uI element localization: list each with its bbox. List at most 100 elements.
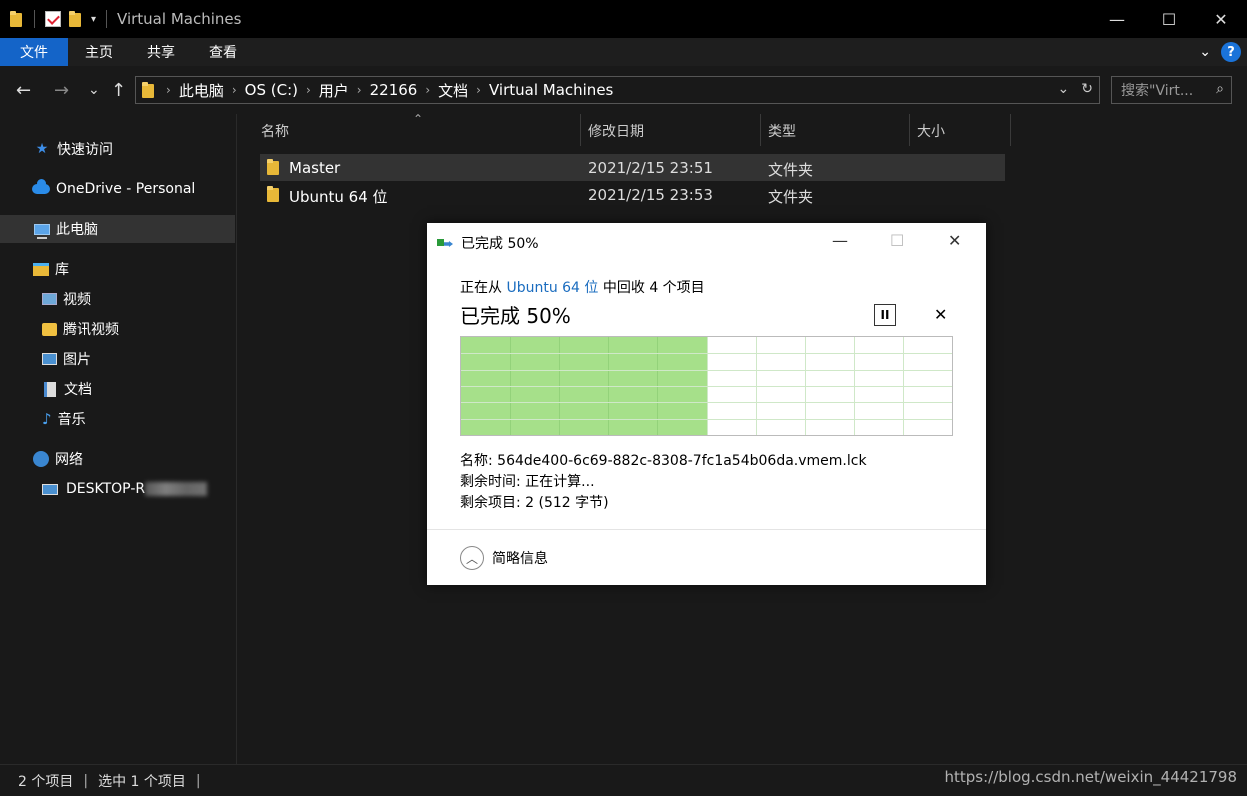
tab-file[interactable]: 文件	[0, 38, 68, 66]
breadcrumb-user[interactable]: 22166	[370, 81, 418, 99]
chevron-up-icon: ︿	[460, 546, 484, 570]
sidebar-item-label: 音乐	[57, 412, 86, 428]
chevron-right-icon[interactable]: ›	[306, 83, 311, 97]
refresh-icon[interactable]: ↻	[1081, 81, 1093, 97]
breadcrumb-users[interactable]: 用户	[319, 80, 349, 101]
chevron-right-icon[interactable]: ›	[476, 83, 481, 97]
search-input[interactable]: 搜索"Virt... ⌕	[1111, 76, 1232, 104]
new-folder-icon[interactable]	[69, 11, 83, 27]
up-arrow-icon[interactable]: ↑	[111, 80, 126, 101]
title-bar: ▾ Virtual Machines — ☐ ✕	[0, 0, 1247, 38]
file-name: Master	[289, 159, 341, 177]
folder-icon	[267, 159, 281, 175]
pictures-icon	[42, 353, 57, 365]
properties-icon[interactable]	[45, 11, 61, 27]
address-folder-icon	[142, 82, 156, 98]
maximize-button[interactable]: ☐	[1143, 0, 1195, 38]
chevron-right-icon[interactable]: ›	[357, 83, 362, 97]
file-type: 文件夹	[768, 188, 814, 206]
column-header-size[interactable]: 大小	[910, 114, 1010, 147]
sidebar-item-video[interactable]: 视频	[0, 285, 235, 313]
sidebar-item-label: 腾讯视频	[63, 322, 119, 338]
back-arrow-icon[interactable]: ←	[16, 80, 31, 101]
dialog-title-bar: 已完成 50%	[437, 233, 539, 253]
progress-graph-svg	[461, 337, 952, 435]
toolbar-separator	[106, 10, 108, 28]
sidebar-item-tencent-video[interactable]: 腾讯视频	[0, 315, 235, 343]
ribbon-right: ⌄ ?	[1199, 42, 1241, 62]
watermark-text: https://blog.csdn.net/weixin_44421798	[944, 768, 1237, 786]
chevron-right-icon[interactable]: ›	[232, 83, 237, 97]
minimize-button[interactable]: —	[1091, 0, 1143, 38]
tab-home[interactable]: 主页	[68, 38, 130, 66]
breadcrumb-this-pc[interactable]: 此电脑	[179, 80, 224, 101]
sidebar-item-this-pc[interactable]: 此电脑	[0, 215, 235, 243]
forward-arrow-icon[interactable]: →	[54, 80, 69, 101]
library-icon	[33, 262, 49, 276]
breadcrumb-virtual-machines[interactable]: Virtual Machines	[489, 81, 613, 99]
help-icon[interactable]: ?	[1221, 42, 1241, 62]
status-separator: |	[83, 772, 89, 789]
star-icon: ★	[35, 141, 49, 157]
sidebar-item-label: 图片	[63, 352, 91, 368]
file-operation-icon	[437, 237, 453, 249]
stop-button[interactable]: ✕	[934, 305, 947, 324]
dialog-close-button[interactable]: ✕	[948, 231, 961, 250]
tab-view[interactable]: 查看	[192, 38, 254, 66]
sidebar-item-label: DESKTOP-R	[66, 481, 146, 497]
expand-ribbon-chevron-icon[interactable]: ⌄	[1199, 44, 1211, 60]
sidebar-item-onedrive[interactable]: OneDrive - Personal	[0, 175, 235, 203]
sidebar-item-label: 网络	[55, 452, 83, 468]
address-history-chevron-icon[interactable]: ⌄	[1058, 81, 1070, 97]
column-header-date[interactable]: 修改日期	[581, 114, 761, 147]
search-icon[interactable]: ⌕	[1216, 81, 1224, 97]
sidebar-item-desktop-computer[interactable]: DESKTOP-R	[0, 475, 235, 503]
navigation-pane: ★ 快速访问 OneDrive - Personal 此电脑 库 视频 腾讯视频…	[0, 114, 237, 764]
sidebar-item-label: 文档	[64, 382, 92, 398]
table-row[interactable]: Master 2021/2/15 23:51 文件夹	[260, 154, 1005, 181]
sidebar-item-documents[interactable]: 文档	[0, 375, 235, 403]
window-controls: — ☐ ✕	[1091, 0, 1247, 38]
breadcrumb-documents[interactable]: 文档	[438, 80, 468, 101]
quick-access-toolbar: ▾	[0, 10, 109, 28]
table-row[interactable]: Ubuntu 64 位 2021/2/15 23:53 文件夹	[260, 181, 1005, 208]
recycle-progress-dialog: 已完成 50% — ☐ ✕ 正在从 Ubuntu 64 位 中回收 4 个项目 …	[427, 223, 986, 585]
tab-share[interactable]: 共享	[130, 38, 192, 66]
chevron-right-icon[interactable]: ›	[166, 83, 171, 97]
progress-headline: 已完成 50%	[460, 304, 571, 328]
sidebar-item-pictures[interactable]: 图片	[0, 345, 235, 373]
recent-locations-chevron-icon[interactable]: ⌄	[88, 82, 100, 98]
column-header-type[interactable]: 类型	[761, 114, 909, 147]
address-actions: ⌄ ↻	[1058, 81, 1093, 97]
desktop-computer-icon	[42, 483, 58, 495]
sidebar-item-library[interactable]: 库	[0, 255, 235, 283]
description-suffix: 中回收 4 个项目	[602, 280, 705, 296]
column-separator[interactable]	[1010, 114, 1011, 146]
sidebar-item-music[interactable]: ♪ 音乐	[0, 405, 235, 433]
dialog-maximize-button: ☐	[890, 231, 905, 250]
status-selected-count: 选中 1 个项目	[98, 773, 186, 790]
dialog-title: 已完成 50%	[461, 236, 539, 252]
sidebar-item-network[interactable]: 网络	[0, 445, 235, 473]
sidebar-item-label: 快速访问	[57, 142, 113, 158]
source-folder-link[interactable]: Ubuntu 64 位	[506, 280, 598, 296]
chevron-right-icon[interactable]: ›	[425, 83, 430, 97]
pause-button[interactable]: II	[874, 304, 896, 326]
operation-description: 正在从 Ubuntu 64 位 中回收 4 个项目	[460, 277, 705, 297]
close-button[interactable]: ✕	[1195, 0, 1247, 38]
sidebar-item-quick-access[interactable]: ★ 快速访问	[0, 135, 235, 163]
file-name: Ubuntu 64 位	[289, 188, 388, 206]
column-header-name[interactable]: 名称	[254, 114, 580, 147]
tencent-video-icon	[42, 322, 57, 336]
breadcrumb-os-c[interactable]: OS (C:)	[245, 81, 298, 99]
sidebar-item-label: 库	[55, 262, 69, 278]
status-separator: |	[195, 772, 201, 789]
detail-label: 剩余时间:	[460, 474, 521, 490]
toolbar-separator	[34, 10, 35, 28]
address-bar[interactable]: › 此电脑 › OS (C:) › 用户 › 22166 › 文档 › Virt…	[135, 76, 1100, 104]
dialog-minimize-button[interactable]: —	[832, 231, 848, 250]
detail-items-remaining: 剩余项目: 2 (512 字节)	[460, 492, 609, 512]
customize-toolbar-icon[interactable]: ▾	[91, 14, 96, 25]
dialog-divider	[427, 529, 986, 530]
fewer-details-toggle[interactable]: ︿ 简略信息	[460, 546, 548, 570]
